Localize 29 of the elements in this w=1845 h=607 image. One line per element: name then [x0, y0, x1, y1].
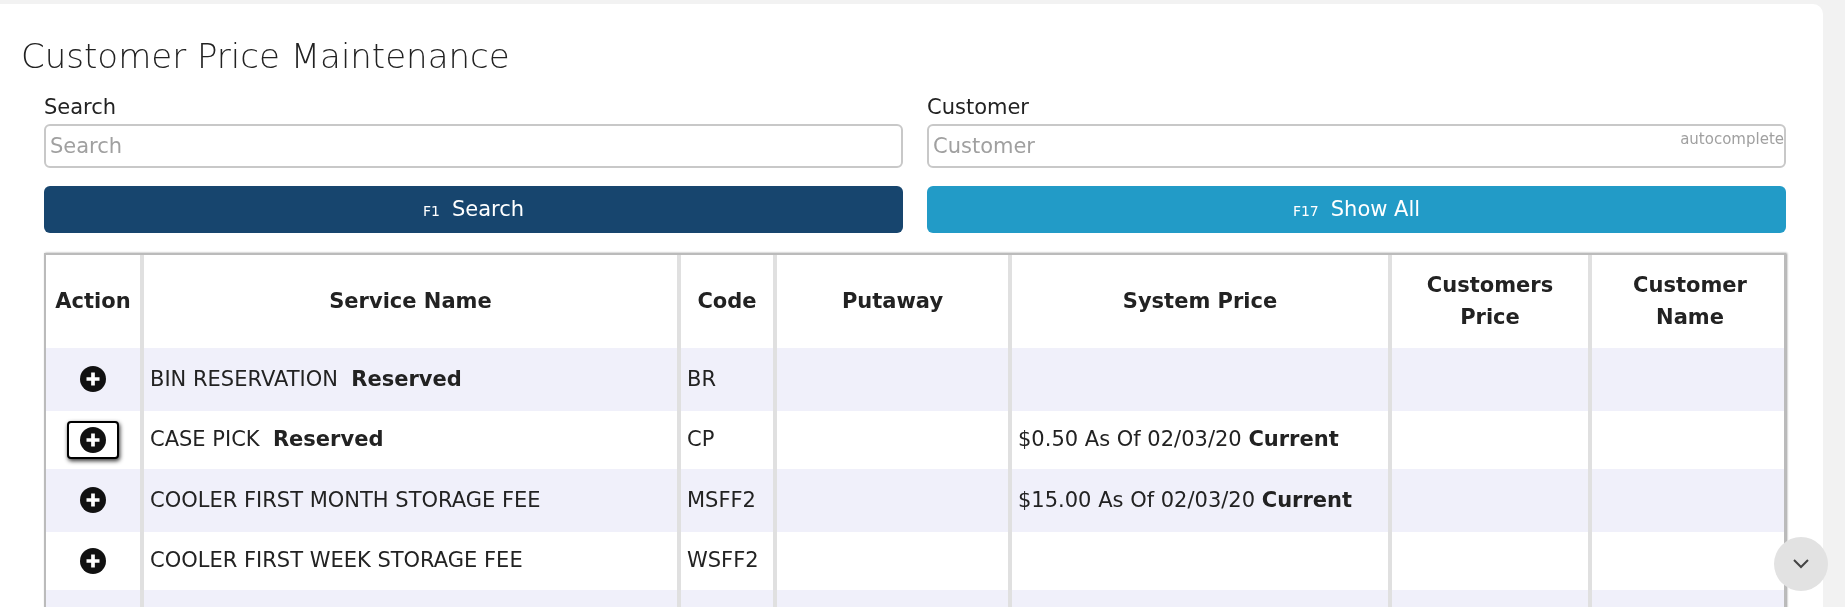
plus-circle-icon	[80, 426, 106, 453]
plus-circle-icon	[80, 547, 106, 574]
table-cell: $0.50 As Of 02/03/20 Current	[1018, 427, 1339, 452]
plus-circle-icon	[80, 487, 106, 513]
input-field[interactable]: Search	[44, 124, 903, 168]
column-header: Action	[55, 287, 131, 315]
field-label: Search	[44, 94, 117, 120]
table-cell: COOLER FIRST MONTH STORAGE FEE	[150, 487, 541, 512]
column-header: Customer Name	[1632, 272, 1748, 331]
field-label: Customer	[927, 94, 1029, 120]
table-cell: MSFF2	[687, 487, 756, 512]
column-header: Service Name	[329, 287, 492, 315]
table-cell: BIN RESERVATION Reserved	[150, 366, 462, 391]
plus-circle-icon	[80, 366, 106, 392]
column-header: Putaway	[841, 287, 944, 315]
table-cell: CP	[687, 427, 715, 452]
search-button[interactable]: F1 Search	[44, 186, 903, 233]
table-cell: $15.00 As Of 02/03/20 Current	[1018, 487, 1353, 512]
table-cell: BR	[687, 366, 716, 391]
column-header: Code	[697, 287, 757, 315]
column-header: System Price	[1122, 287, 1278, 315]
autocomplete-hint: autocomplete	[1680, 129, 1784, 150]
table-cell: COOLER FIRST WEEK STORAGE FEE	[150, 548, 523, 573]
add-button[interactable]	[67, 420, 119, 459]
column-header: Customers Price	[1425, 272, 1555, 331]
page-title: Customer Price Maintenance	[21, 35, 510, 78]
table-cell: CASE PICK Reserved	[150, 427, 384, 452]
table-cell: WSFF2	[687, 548, 759, 573]
chevron-down-icon	[1792, 558, 1810, 570]
